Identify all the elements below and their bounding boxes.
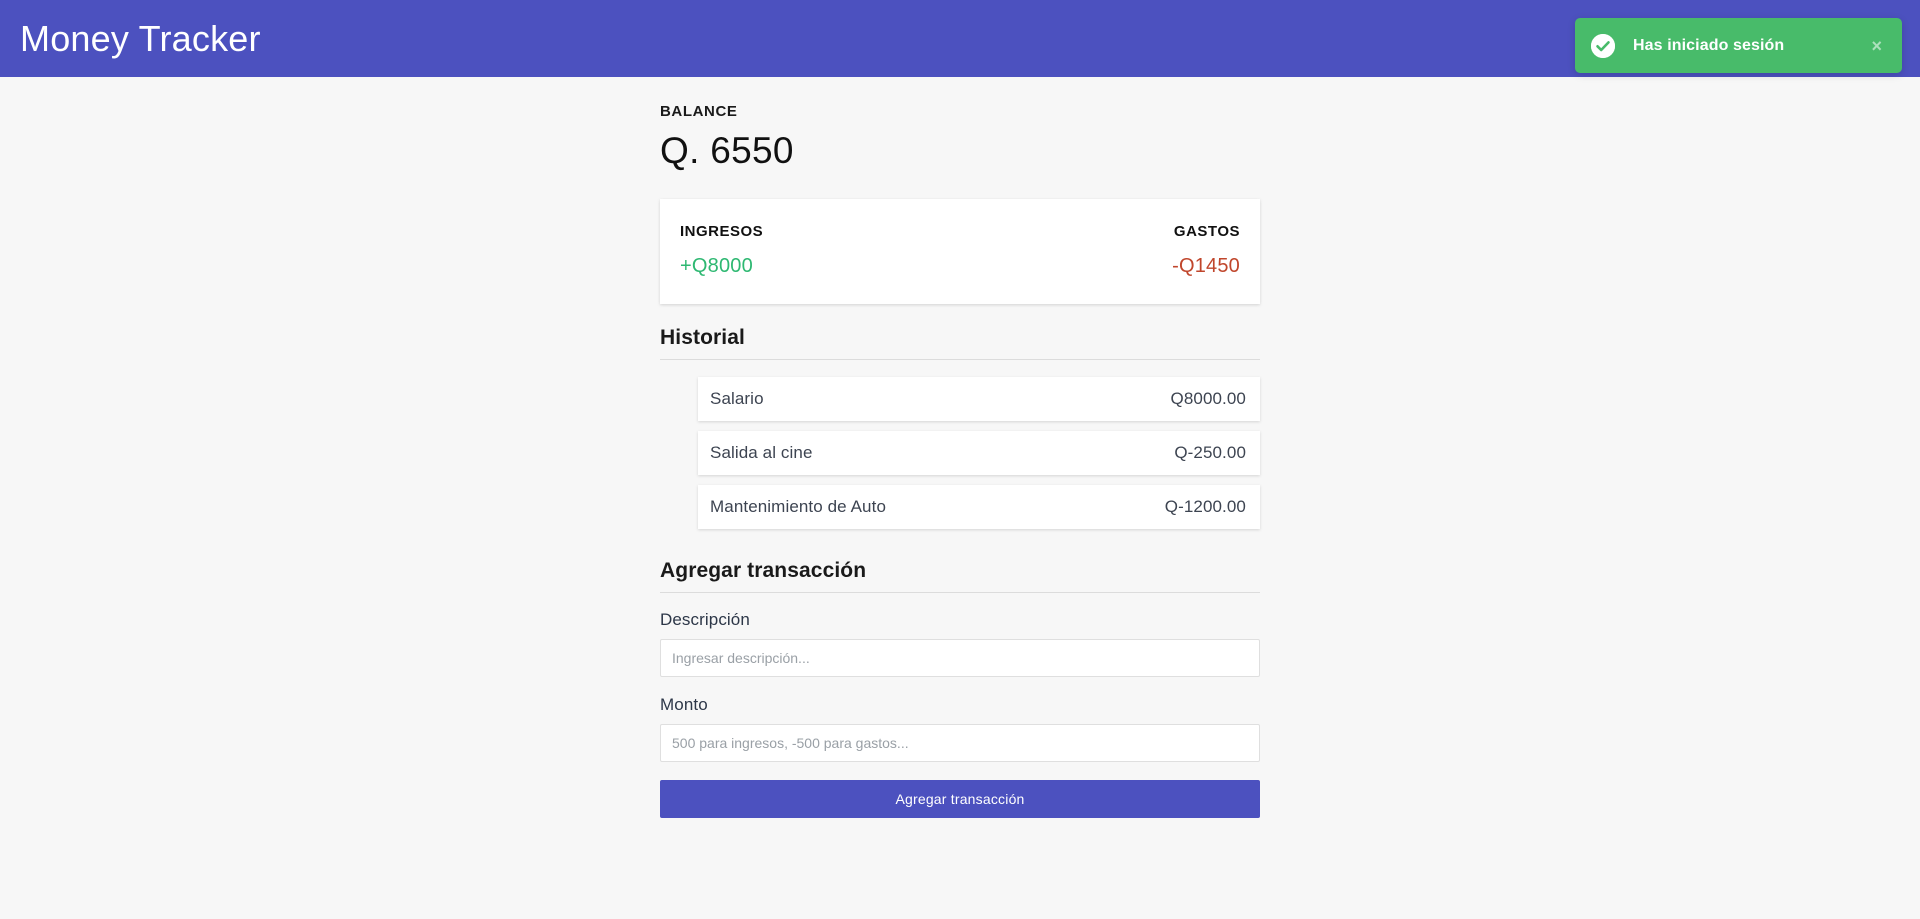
transaction-description: Mantenimiento de Auto [710,496,886,516]
list-item[interactable]: Salida al cine Q-250.00 [698,430,1260,475]
check-circle-icon [1591,33,1615,58]
expense-title: GASTOS [1173,222,1240,240]
expense-column: GASTOS -Q1450 [960,199,1260,304]
balance-label: BALANCE [660,103,738,120]
description-input[interactable] [660,638,1260,677]
description-label: Descripción [660,609,750,629]
transaction-description: Salario [710,388,764,408]
amount-label: Monto [660,694,708,714]
expense-value: -Q1450 [1172,254,1240,277]
transaction-amount: Q-1200.00 [1164,496,1246,516]
history-heading: Historial [660,326,1260,360]
transaction-amount: Q-250.00 [1174,442,1246,462]
income-title: INGRESOS [680,222,764,240]
summary-card: INGRESOS +Q8000 GASTOS -Q1450 [660,198,1260,304]
add-transaction-button[interactable]: Agregar transacción [660,779,1260,818]
add-transaction-form: Descripción Monto Agregar transacción [660,610,1260,818]
amount-input[interactable] [660,723,1260,762]
tracker-container: BALANCE Q. 6550 INGRESOS +Q8000 GASTOS -… [660,103,1260,818]
transaction-amount: Q8000.00 [1170,388,1246,408]
transaction-description: Salida al cine [710,442,813,462]
add-transaction-heading: Agregar transacción [660,559,1260,593]
income-column: INGRESOS +Q8000 [660,199,960,304]
list-item[interactable]: Mantenimiento de Auto Q-1200.00 [698,484,1260,529]
toast-notification: Has iniciado sesión × [1575,18,1902,73]
income-value: +Q8000 [680,254,753,277]
app-title: Money Tracker [20,17,261,59]
list-item[interactable]: Salario Q8000.00 [698,376,1260,421]
main-content: BALANCE Q. 6550 INGRESOS +Q8000 GASTOS -… [0,77,1920,818]
close-icon[interactable]: × [1867,33,1886,59]
history-list: Salario Q8000.00 Salida al cine Q-250.00… [698,376,1260,529]
balance-amount: Q. 6550 [660,130,794,171]
toast-message: Has iniciado sesión [1633,36,1785,54]
